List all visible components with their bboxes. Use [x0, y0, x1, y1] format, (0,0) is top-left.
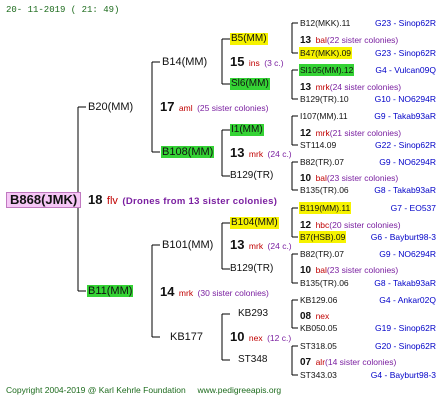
gen3-b129-b[interactable]: B129(TR): [230, 263, 273, 275]
gen4-origin-info: G19 - Sinop62R: [375, 323, 436, 333]
gen3-st348[interactable]: ST348: [238, 354, 267, 366]
gen4-origin-info: G9 - Takab93aR: [374, 111, 436, 121]
gen4-queen-id[interactable]: B135(TR).06: [299, 184, 350, 196]
gen3-kb177-drones: 10 nex (12 c.): [230, 329, 292, 344]
footer-site-link[interactable]: www.pedigreeapis.org: [198, 385, 282, 395]
gen4-origin-info: G4 - Vulcan09Q: [375, 65, 436, 75]
gen4-queen-id[interactable]: B47(MKK).09: [299, 47, 353, 59]
gen1-dam-drone-info: 14 mrk (30 sister colonies): [160, 284, 269, 299]
gen4-queen-id[interactable]: KB050.05: [299, 322, 338, 334]
gen3-i1[interactable]: I1(MM): [230, 124, 264, 136]
gen1-sire[interactable]: B20(MM): [88, 101, 133, 113]
gen2-b101[interactable]: B101(MM): [162, 239, 213, 251]
gen4-origin-info: G4 - Bayburt98-3: [370, 370, 436, 380]
gen4-origin-info: G6 - Bayburt98-3: [370, 232, 436, 242]
gen4-drone-row: 12 mrk(21 sister colonies): [300, 128, 402, 139]
root-drone-info: 18 flv (Drones from 13 sister colonies): [88, 192, 278, 208]
gen4-drone-row: 10 bal(23 sister colonies): [300, 173, 399, 184]
gen4-drone-row: 13 mrk(24 sister colonies): [300, 82, 402, 93]
gen4-drone-row: 13 bal(22 sister colonies): [300, 35, 399, 46]
gen4-origin-info: G9 - NO6294R: [379, 157, 436, 167]
gen4-queen-id[interactable]: ST114.09: [299, 139, 337, 151]
gen4-queen-id[interactable]: B119(MM).11: [299, 202, 352, 214]
gen4-origin-info: G23 - Sinop62R: [375, 18, 436, 28]
gen4-drone-row: 07 alr(14 sister colonies): [300, 357, 397, 368]
gen4-queen-id[interactable]: B7(HSB).09: [299, 231, 347, 243]
gen4-drone-row: 10 bal(23 sister colonies): [300, 265, 399, 276]
gen3-b101-drones: 13 mrk (24 c.): [230, 237, 292, 252]
gen4-origin-info: G8 - Takab93aR: [374, 185, 436, 195]
gen2-b14[interactable]: B14(MM): [162, 56, 207, 68]
gen1-dam[interactable]: B11(MM): [87, 285, 134, 297]
root-count: 18: [88, 192, 103, 207]
gen4-queen-id[interactable]: B135(TR).06: [299, 277, 350, 289]
gen4-queen-id[interactable]: Sl105(MM).12: [299, 64, 355, 76]
gen3-sl6[interactable]: Sl6(MM): [230, 78, 270, 90]
gen3-b129-a[interactable]: B129(TR): [230, 170, 273, 182]
gen4-queen-id[interactable]: B12(MKK).11: [299, 17, 351, 29]
gen4-queen-id[interactable]: B129(TR).10: [299, 93, 350, 105]
gen2-kb177[interactable]: KB177: [170, 331, 203, 343]
gen4-queen-id[interactable]: ST318.05: [299, 340, 338, 352]
root-drones-note: (Drones from 13 sister colonies): [122, 196, 278, 207]
gen4-origin-info: G9 - NO6294R: [379, 249, 436, 259]
root-code: flv: [106, 195, 118, 207]
gen4-origin-info: G10 - NO6294R: [374, 94, 436, 104]
gen3-b104[interactable]: B104(MM): [230, 217, 279, 229]
gen4-queen-id[interactable]: ST343.03: [299, 369, 338, 381]
gen2-b108[interactable]: B108(MM): [161, 146, 215, 158]
gen4-origin-info: G22 - Sinop62R: [375, 140, 436, 150]
gen4-drone-row: 08 nex: [300, 311, 330, 322]
pedigree-chart: 20- 11-2019 ( 21: 49) B868(JMK) 18 flv (…: [0, 0, 440, 400]
gen4-queen-id[interactable]: B82(TR).07: [299, 156, 345, 168]
gen3-b5[interactable]: B5(MM): [230, 33, 268, 45]
report-datetime: 20- 11-2019 ( 21: 49): [6, 5, 120, 15]
gen3-kb293[interactable]: KB293: [238, 308, 268, 320]
gen4-drone-row: 12 hbc(20 sister colonies): [300, 220, 401, 231]
gen4-queen-id[interactable]: B82(TR).07: [299, 248, 345, 260]
footer: Copyright 2004-2019 @ Karl Kehrle Founda…: [6, 384, 281, 396]
footer-copyright: Copyright 2004-2019 @ Karl Kehrle Founda…: [6, 385, 186, 395]
gen3-b108-drones: 13 mrk (24 c.): [230, 145, 292, 160]
gen4-queen-id[interactable]: KB129.06: [299, 294, 338, 306]
gen3-b14-drones: 15 ins (3 c.): [230, 54, 284, 69]
gen4-origin-info: G7 - EO537: [390, 203, 436, 213]
gen4-queen-id[interactable]: I107(MM).11: [299, 110, 349, 122]
gen4-origin-info: G4 - Ankar02Q: [379, 295, 436, 305]
gen4-origin-info: G8 - Takab93aR: [374, 278, 436, 288]
gen4-origin-info: G20 - Sinop62R: [375, 341, 436, 351]
root-queen-id[interactable]: B868(JMK): [6, 192, 82, 208]
gen2-b14-drone-info: 17 aml (25 sister colonies): [160, 99, 269, 114]
gen4-origin-info: G23 - Sinop62R: [375, 48, 436, 58]
